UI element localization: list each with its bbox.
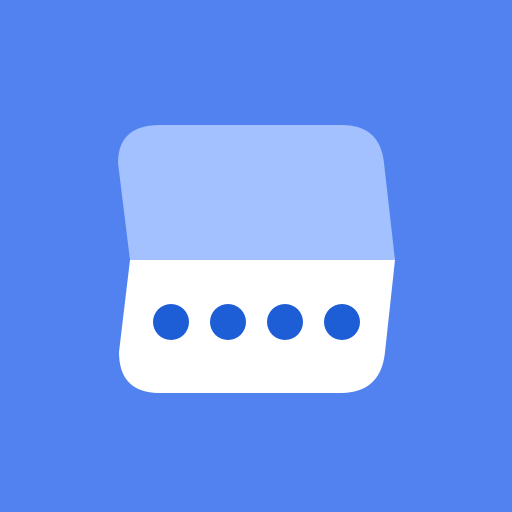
app-icon-tile — [0, 0, 512, 512]
card-top-panel — [118, 125, 395, 260]
password-dot — [153, 304, 189, 340]
password-dot — [324, 304, 360, 340]
password-card-icon — [0, 0, 512, 512]
password-dot — [210, 304, 246, 340]
password-dot — [267, 304, 303, 340]
